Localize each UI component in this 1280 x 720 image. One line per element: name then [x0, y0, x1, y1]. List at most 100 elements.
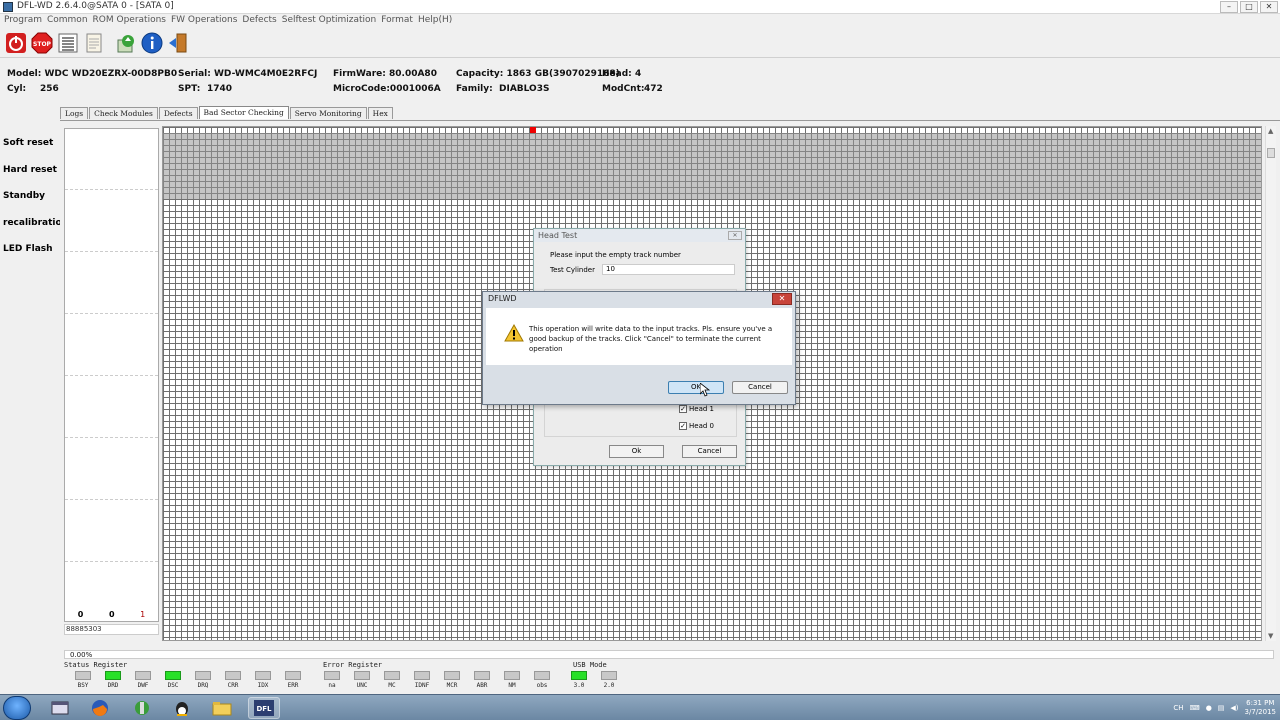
window-app-icon — [51, 701, 69, 715]
info-button[interactable] — [140, 31, 164, 55]
led-status-idx — [255, 671, 271, 680]
power-button[interactable] — [4, 31, 28, 55]
start-button[interactable] — [3, 696, 31, 720]
led-label-error: MCR — [446, 682, 458, 689]
led-label-error: MC — [388, 682, 396, 689]
svg-text:DFL: DFL — [256, 705, 272, 713]
scroll-down-icon[interactable]: ▼ — [1268, 632, 1273, 640]
led-status-err — [285, 671, 301, 680]
led-error-nm — [504, 671, 520, 680]
confirm-cancel-button[interactable]: Cancel — [732, 381, 788, 394]
menu-defects[interactable]: Defects — [242, 14, 281, 28]
led-usb-2-0 — [601, 671, 617, 680]
close-window-button[interactable]: ✕ — [1260, 1, 1278, 13]
window-title: DFL-WD 2.6.4.0@SATA 0 - [SATA 0] — [17, 1, 174, 11]
menu-selftest-optimization[interactable]: Selftest Optimization — [282, 14, 381, 28]
usb-mode-label: USB Mode — [573, 661, 607, 669]
led-status-bsy — [75, 671, 91, 680]
maximize-button[interactable]: □ — [1240, 1, 1258, 13]
status-register-label: Status Register — [64, 661, 128, 669]
document-button[interactable] — [82, 31, 106, 55]
stats-panel: 0 0 1 — [64, 128, 159, 622]
grid-scrollbar[interactable]: ▲ ▼ — [1265, 126, 1276, 641]
tray-volume-icon[interactable]: ◀) — [1230, 704, 1238, 712]
confirm-close-button[interactable]: ✕ — [772, 293, 792, 305]
test-cylinder-label: Test Cylinder — [550, 266, 595, 274]
led-flash-button[interactable]: LED Flash — [0, 240, 58, 267]
recalibration-button[interactable]: recalibration — [0, 214, 68, 241]
language-indicator[interactable]: CH — [1173, 704, 1183, 712]
bad-sector-marker — [530, 127, 536, 133]
stop-button[interactable]: STOP — [30, 31, 54, 55]
task-tool[interactable] — [126, 697, 158, 719]
task-explorer[interactable] — [206, 697, 238, 719]
confirm-dialog-body: This operation will write data to the in… — [486, 308, 792, 365]
test-cylinder-input[interactable]: 10 — [602, 264, 735, 275]
power-icon — [6, 33, 26, 53]
tool-icon — [135, 701, 149, 715]
led-label-status: IDX — [257, 682, 269, 689]
spt-value: 1740 — [207, 84, 233, 94]
tab-hex[interactable]: Hex — [367, 107, 393, 119]
head-test-close-button[interactable]: ✕ — [728, 231, 742, 240]
led-label-usb: 2.0 — [603, 682, 615, 689]
exit-button[interactable] — [166, 31, 190, 55]
list-icon — [58, 33, 78, 53]
app-icon — [3, 2, 13, 12]
tab-bad-sector-checking[interactable]: Bad Sector Checking — [198, 106, 289, 119]
scroll-up-icon[interactable]: ▲ — [1268, 127, 1273, 135]
led-label-status: BSY — [77, 682, 89, 689]
action-list: Soft reset Hard reset Standby recalibrat… — [0, 134, 68, 267]
keyboard-icon[interactable]: ⌨ — [1190, 704, 1200, 712]
task-firefox[interactable] — [84, 697, 116, 719]
tab-defects[interactable]: Defects — [158, 107, 198, 119]
menu-fw-operations[interactable]: FW Operations — [171, 14, 242, 28]
tray-user-icon[interactable]: ● — [1206, 704, 1212, 712]
tab-check-modules[interactable]: Check Modules — [89, 107, 158, 119]
head-1-checkbox[interactable]: ✓ Head 1 — [679, 405, 714, 413]
task-dflwd[interactable]: DFL — [248, 697, 280, 719]
current-lba: 88885303 — [64, 624, 159, 635]
head-test-ok-button[interactable]: Ok — [609, 445, 664, 458]
list-button[interactable] — [56, 31, 80, 55]
head-0-label: Head 0 — [689, 422, 714, 430]
led-error-mcr — [444, 671, 460, 680]
application-window: DFL-WD 2.6.4.0@SATA 0 - [SATA 0] – □ ✕ P… — [0, 0, 1280, 720]
tray-network-icon[interactable]: ▤ — [1218, 704, 1225, 712]
minimize-button[interactable]: – — [1220, 1, 1238, 13]
head-test-cancel-button[interactable]: Cancel — [682, 445, 737, 458]
confirm-ok-button[interactable]: OK — [668, 381, 724, 394]
clock[interactable]: 6:31 PM 3/7/2015 — [1245, 699, 1276, 717]
export-button[interactable] — [114, 31, 138, 55]
menu-rom-operations[interactable]: ROM Operations — [93, 14, 171, 28]
led-status-crr — [225, 671, 241, 680]
task-qq[interactable] — [166, 697, 198, 719]
scanned-region — [163, 133, 1261, 199]
hard-reset-button[interactable]: Hard reset — [0, 161, 58, 188]
tab-logs[interactable]: Logs — [60, 107, 89, 119]
menu-format[interactable]: Format — [381, 14, 418, 28]
led-error-abr — [474, 671, 490, 680]
task-window-app[interactable] — [44, 697, 76, 719]
head-test-title: Head Test — [534, 229, 745, 242]
head-0-checkbox[interactable]: ✓ Head 0 — [679, 422, 714, 430]
head-test-prompt: Please input the empty track number — [550, 251, 681, 259]
checkbox-checked-icon: ✓ — [679, 405, 687, 413]
scroll-thumb[interactable] — [1267, 148, 1275, 158]
system-tray: CH ⌨ ● ▤ ◀) 6:31 PM 3/7/2015 — [1173, 698, 1276, 718]
modcnt-label: ModCnt: — [602, 84, 645, 94]
led-status-drd — [105, 671, 121, 680]
tab-servo-monitoring[interactable]: Servo Monitoring — [289, 107, 367, 119]
soft-reset-button[interactable]: Soft reset — [0, 134, 58, 161]
error-register-label: Error Register — [323, 661, 383, 669]
count-c: 1 — [140, 610, 146, 619]
menu-common[interactable]: Common — [47, 14, 93, 28]
info-icon — [141, 32, 163, 54]
led-label-status: DSC — [167, 682, 179, 689]
firmware-text: FirmWare: 80.00A80 — [333, 69, 437, 79]
menu-program[interactable]: Program — [4, 14, 47, 28]
serial-text: Serial: WD-WMC4M0E2RFCJ — [178, 69, 318, 79]
clock-date: 3/7/2015 — [1244, 708, 1276, 716]
standby-button[interactable]: Standby — [0, 187, 58, 214]
menu-help[interactable]: Help(H) — [418, 14, 457, 28]
